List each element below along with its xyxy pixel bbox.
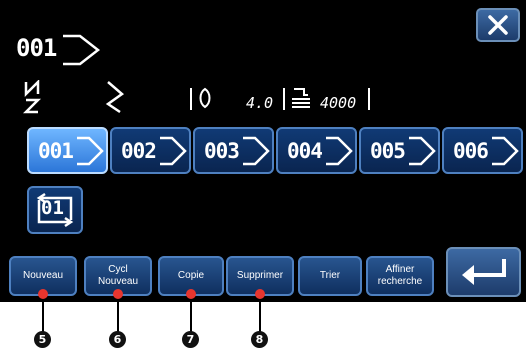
pattern-arrow-icon xyxy=(160,136,187,166)
pattern-button-label: 004 xyxy=(287,139,323,163)
divider xyxy=(368,88,370,110)
close-icon xyxy=(488,15,508,35)
pattern-arrow-icon xyxy=(77,136,104,166)
pattern-arrow-icon xyxy=(492,136,519,166)
speed-icon xyxy=(292,88,310,108)
callout-dot xyxy=(255,289,265,299)
pattern-button-003[interactable]: 003 xyxy=(193,127,274,174)
pattern-button-label: 003 xyxy=(204,139,240,163)
zigzag-stitch-icon xyxy=(105,81,125,114)
tension-value: 4.0 xyxy=(246,94,274,112)
pattern-arrow-icon xyxy=(63,34,101,66)
sort-button[interactable]: Trier xyxy=(298,256,362,296)
cycle-pattern-label: 01 xyxy=(41,197,64,219)
refine-search-button[interactable]: Affiner recherche xyxy=(366,256,434,296)
callout-dot xyxy=(113,289,123,299)
pattern-button-002[interactable]: 002 xyxy=(110,127,191,174)
thread-tension-icon xyxy=(199,87,211,109)
pattern-arrow-icon xyxy=(409,136,436,166)
callout-number-6: 6 xyxy=(109,331,126,348)
divider xyxy=(190,88,192,110)
callout-number-5: 5 xyxy=(34,331,51,348)
presser-foot-icon xyxy=(22,80,42,114)
pattern-button-005[interactable]: 005 xyxy=(359,127,440,174)
speed-value: 4000 xyxy=(320,94,357,112)
pattern-button-label: 001 xyxy=(38,139,74,163)
pattern-button-001[interactable]: 001 xyxy=(27,127,108,174)
divider xyxy=(283,88,285,110)
pattern-arrow-icon xyxy=(243,136,270,166)
pattern-button-label: 006 xyxy=(453,139,489,163)
callout-number-7: 7 xyxy=(182,331,199,348)
callout-number-8: 8 xyxy=(251,331,268,348)
callout-dot xyxy=(38,289,48,299)
pattern-button-label: 002 xyxy=(121,139,157,163)
current-pattern-number: 001 xyxy=(16,34,57,62)
sewing-panel-screen: 001 4.0 4000 001 002 003 004 005 006 01 … xyxy=(0,0,526,302)
cycle-pattern-button[interactable]: 01 xyxy=(27,186,83,234)
pattern-button-004[interactable]: 004 xyxy=(276,127,357,174)
callout-dot xyxy=(186,289,196,299)
pattern-arrow-icon xyxy=(326,136,353,166)
status-row: 4.0 4000 xyxy=(0,78,526,118)
enter-button[interactable] xyxy=(446,247,521,297)
pattern-button-006[interactable]: 006 xyxy=(442,127,523,174)
current-pattern-indicator: 001 xyxy=(10,28,102,72)
pattern-button-label: 005 xyxy=(370,139,406,163)
enter-icon xyxy=(461,259,506,285)
close-button[interactable] xyxy=(476,8,520,42)
